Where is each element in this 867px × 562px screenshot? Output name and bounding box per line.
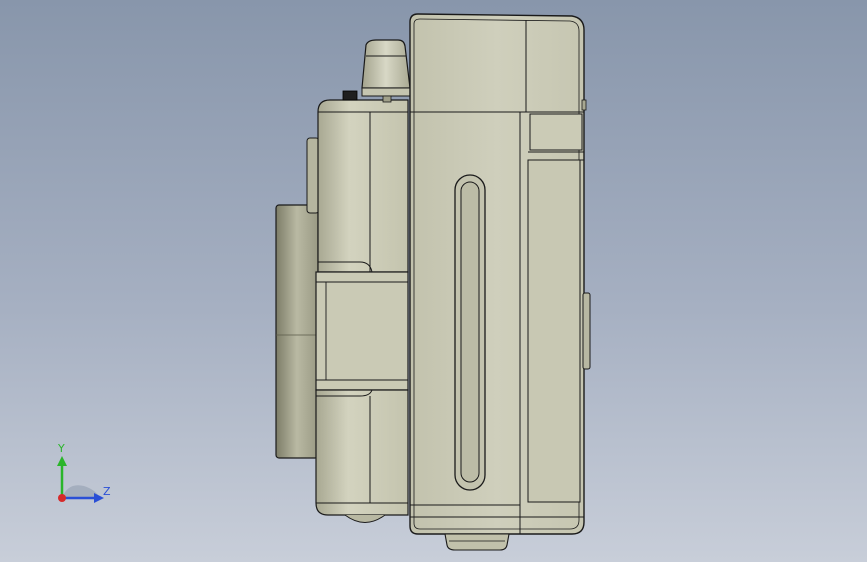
axis-y-label: Y: [58, 442, 65, 455]
axis-triad: Y Z: [48, 442, 118, 512]
cad-viewport[interactable]: Y Z: [0, 0, 867, 562]
lens-mount-bump: [306, 137, 320, 214]
side-connector-bump[interactable]: [582, 292, 591, 370]
lens-barrel[interactable]: [275, 204, 319, 459]
camera-model-side-view[interactable]: [0, 0, 867, 562]
top-small-button[interactable]: [342, 90, 358, 101]
battery-door-panel[interactable]: [527, 151, 584, 503]
strap-slot[interactable]: [454, 174, 486, 491]
grip-middle-block: [315, 271, 409, 391]
axis-z-label: Z: [103, 485, 111, 498]
tripod-tab[interactable]: [444, 533, 510, 551]
grip-foot: [344, 514, 386, 523]
upper-side-panel: [529, 113, 583, 151]
grip-lower-block[interactable]: [315, 389, 409, 516]
top-right-notch: [581, 99, 587, 111]
grip-upper-block[interactable]: [317, 99, 409, 273]
shutter-knob[interactable]: [361, 39, 411, 103]
